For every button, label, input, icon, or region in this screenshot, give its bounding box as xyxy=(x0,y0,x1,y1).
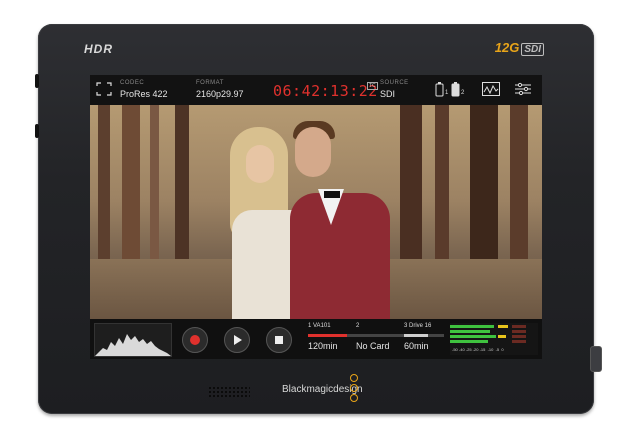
12g-sdi-logo: 12G SDI xyxy=(494,40,544,56)
slot-3-value: 60min xyxy=(404,341,429,351)
slot-1-value: 120min xyxy=(308,341,338,351)
fullscreen-icon[interactable] xyxy=(96,82,112,96)
12g-logo-text: 12G xyxy=(494,40,520,55)
codec-label: CODEC xyxy=(120,80,145,86)
codec-value[interactable]: ProRes 422 xyxy=(120,89,168,99)
meter-green-bars xyxy=(450,325,496,343)
tc-badge: TC xyxy=(367,82,378,90)
settings-sliders-icon[interactable] xyxy=(515,82,531,96)
slot-3-bar xyxy=(404,334,444,337)
meter-yellow-bars xyxy=(498,325,508,338)
slot-1-fill xyxy=(308,334,348,337)
side-port xyxy=(590,346,602,372)
play-button[interactable] xyxy=(224,327,250,353)
top-status-bar: CODEC ProRes 422 FORMAT 2160p29.97 06:42… xyxy=(90,75,542,105)
slot-2-value: No Card xyxy=(356,341,390,351)
man-head xyxy=(295,127,331,177)
stop-button[interactable] xyxy=(266,327,292,353)
sdi-badge: SDI xyxy=(521,43,544,56)
video-preview[interactable] xyxy=(90,105,542,319)
brand-logo-icon xyxy=(350,374,358,402)
record-icon xyxy=(190,335,200,345)
format-value[interactable]: 2160p29.97 xyxy=(196,89,244,99)
record-button[interactable] xyxy=(182,327,208,353)
histogram[interactable] xyxy=(94,323,172,357)
hdr-logo: HDR xyxy=(84,42,113,56)
video-assist-device: HDR 12G SDI CODEC ProRes 422 FORMAT 2160p… xyxy=(35,24,594,414)
side-button-bottom[interactable] xyxy=(35,124,39,138)
side-button-top[interactable] xyxy=(35,74,39,88)
audio-meters[interactable]: -50 -40 -25 -20 -15 -10 -5 0 xyxy=(450,323,538,355)
slot-2-label: 2 xyxy=(356,323,360,329)
touchscreen[interactable]: CODEC ProRes 422 FORMAT 2160p29.97 06:42… xyxy=(90,75,542,359)
speaker-grille xyxy=(208,386,250,398)
woman-face xyxy=(246,145,274,183)
slot-3-label: 3 Drive 16 xyxy=(404,323,432,329)
source-label: SOURCE xyxy=(380,80,409,86)
stop-icon xyxy=(275,336,283,344)
slot-1-label: 1 VA101 xyxy=(308,323,331,329)
timecode-display[interactable]: 06:42:13:22 xyxy=(273,82,378,100)
bowtie xyxy=(324,191,340,198)
format-label: FORMAT xyxy=(196,80,224,86)
bottom-control-bar: 1 VA101 120min 2 No Card 3 Drive 16 60mi… xyxy=(90,319,542,359)
meter-peak-marks xyxy=(512,325,526,343)
scope-icon[interactable] xyxy=(482,82,500,96)
slot-3-fill xyxy=(404,334,428,337)
battery-2-number: 2 xyxy=(461,90,465,96)
play-icon xyxy=(234,335,242,345)
man-suit xyxy=(290,193,390,319)
battery-1-number: 1 xyxy=(445,90,449,96)
source-value[interactable]: SDI xyxy=(380,89,395,99)
meter-scale: -50 -40 -25 -20 -15 -10 -5 0 xyxy=(452,347,504,352)
